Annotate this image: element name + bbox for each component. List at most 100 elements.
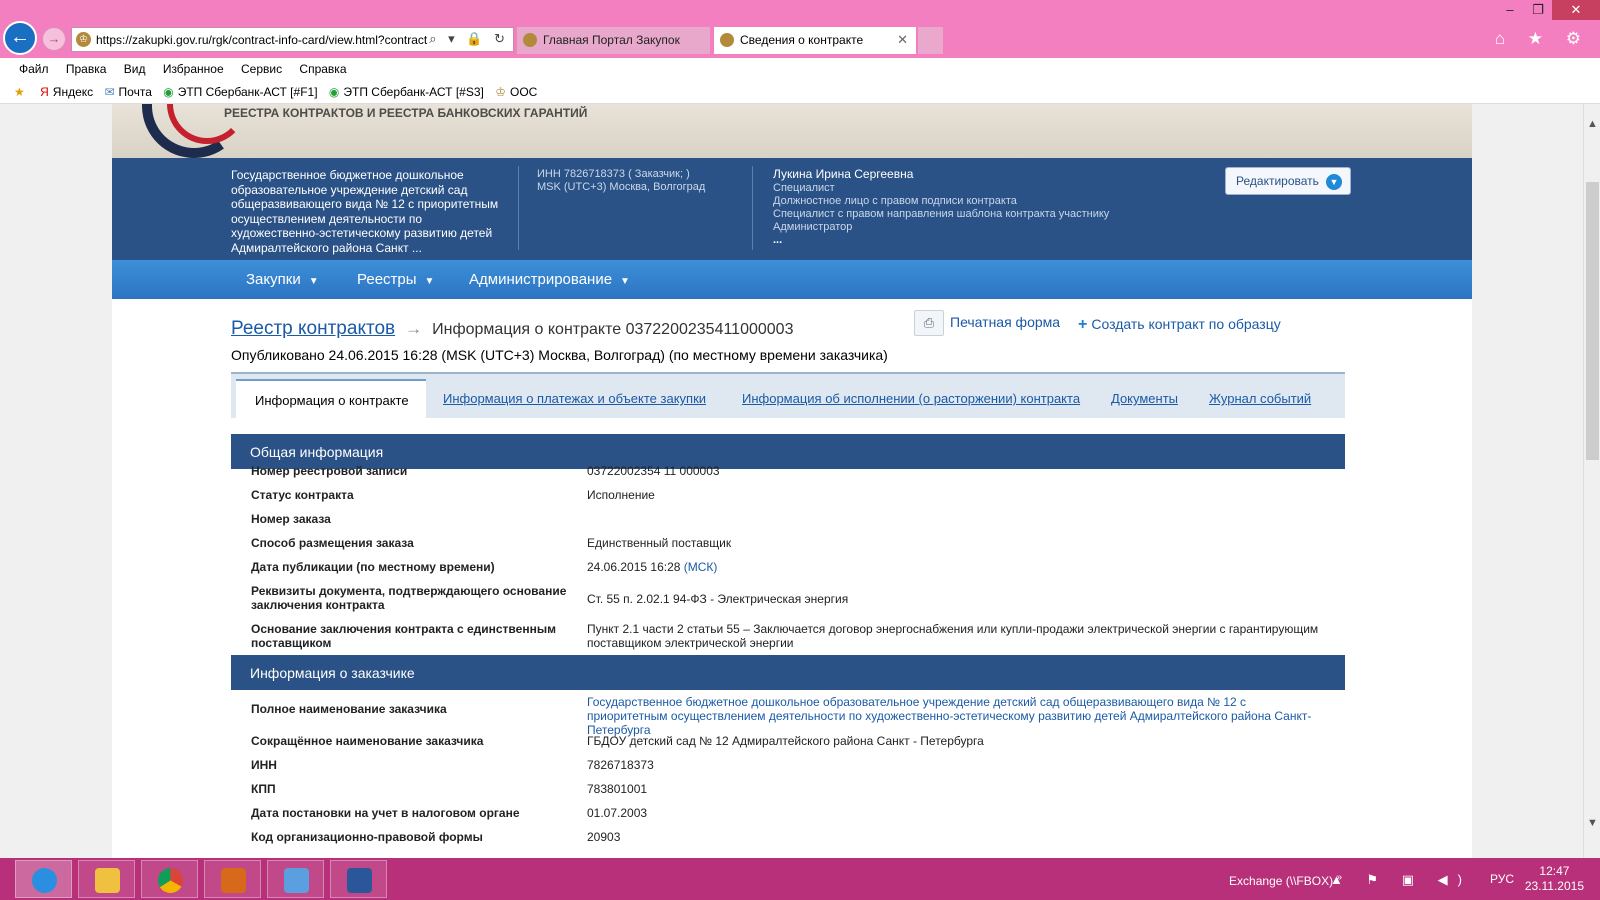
- tab-payments[interactable]: Информация о платежах и объекте закупки: [443, 391, 706, 406]
- taskbar-app[interactable]: [267, 860, 324, 898]
- arrow-right-icon: →: [405, 319, 423, 338]
- nav-purchases[interactable]: Закупки ▼: [246, 271, 319, 288]
- close-window-button[interactable]: ✕: [1552, 0, 1600, 20]
- user-info: Лукина Ирина Сергеевна Специалист Должно…: [773, 168, 1109, 247]
- caret-down-icon: ▼: [308, 276, 319, 287]
- tab-contract-info[interactable]: Информация о контракте: [236, 379, 426, 420]
- menu-bar: Файл Правка Вид Избранное Сервис Справка: [0, 58, 1600, 80]
- nav-administration[interactable]: Администрирование ▼: [469, 271, 630, 288]
- sberbank-icon: ◉: [163, 85, 174, 99]
- language-indicator[interactable]: РУС: [1490, 872, 1514, 886]
- arrow-left-icon: ←: [10, 26, 30, 48]
- page-viewport: РЕЕСТРА КОНТРАКТОВ И РЕЕСТРА БАНКОВСКИХ …: [0, 104, 1583, 858]
- user-role: Должностное лицо с правом подписи контра…: [773, 195, 1017, 207]
- favorites-star-button[interactable]: ★: [14, 80, 29, 104]
- field-value: 20903: [587, 830, 621, 844]
- vertical-scrollbar[interactable]: ▲ ▼: [1583, 104, 1600, 858]
- timezone-link[interactable]: (МСК): [684, 560, 718, 574]
- favorite-oos[interactable]: ♔ ООС: [495, 80, 537, 104]
- scroll-thumb[interactable]: [1586, 182, 1599, 460]
- site-emblem-icon: [720, 33, 734, 47]
- published-info: Опубликовано 24.06.2015 16:28 (MSK (UTC+…: [231, 347, 888, 363]
- field-value: Единственный поставщик: [587, 536, 732, 550]
- field-label: Статус контракта: [251, 488, 354, 502]
- restore-button[interactable]: ❐: [1524, 0, 1552, 20]
- chrome-icon: [158, 868, 183, 893]
- tab-execution[interactable]: Информация об исполнении (о расторжении)…: [742, 391, 1080, 406]
- site-emblem-icon: [523, 33, 537, 47]
- taskbar-app[interactable]: [204, 860, 261, 898]
- chevron-down-icon: ▼: [1326, 174, 1342, 190]
- more-roles[interactable]: ...: [773, 234, 1109, 247]
- nav-registries[interactable]: Реестры ▼: [357, 271, 434, 288]
- menu-file[interactable]: Файл: [19, 58, 49, 80]
- field-label: ИНН: [251, 758, 277, 772]
- tab-contract-info[interactable]: Сведения о контракте ✕: [714, 27, 916, 54]
- favorite-mail[interactable]: ✉ Почта: [104, 80, 151, 104]
- breadcrumb: Реестр контрактов → Информация о контракте…: [231, 318, 793, 340]
- field-value: 24.06.2015 16:28 (МСК): [587, 560, 718, 574]
- address-bar-icons[interactable]: ⌕ ▾ 🔒 ↻: [429, 31, 509, 47]
- favorite-sberbank-f1[interactable]: ◉ ЭТП Сбербанк-АСТ [#F1]: [163, 80, 317, 104]
- scroll-down-icon[interactable]: ▼: [1584, 815, 1600, 832]
- ie-icon: [32, 868, 57, 893]
- field-label: Сокращённое наименование заказчика: [251, 734, 484, 748]
- taskbar-explorer[interactable]: [78, 860, 135, 898]
- breadcrumb-contract-registry[interactable]: Реестр контрактов: [231, 318, 395, 339]
- print-form-button[interactable]: ⎙ Печатная форма: [914, 310, 1060, 336]
- word-icon: [347, 868, 372, 893]
- browser-titlebar: ← → ♔ https://zakupki.gov.ru/rgk/contrac…: [0, 0, 1600, 58]
- favorite-sberbank-s3[interactable]: ◉ ЭТП Сбербанк-АСТ [#S3]: [329, 80, 484, 104]
- menu-edit[interactable]: Правка: [66, 58, 107, 80]
- address-bar[interactable]: ♔ https://zakupki.gov.ru/rgk/contract-in…: [71, 27, 514, 52]
- site-emblem-icon: ♔: [76, 32, 91, 47]
- caret-down-icon: ▼: [424, 276, 435, 287]
- field-value: ГБДОУ детский сад № 12 Адмиралтейского р…: [587, 734, 984, 748]
- new-tab-button[interactable]: [918, 27, 943, 54]
- menu-tools[interactable]: Сервис: [241, 58, 282, 80]
- field-value: 783801001: [587, 782, 648, 796]
- yandex-icon: Я: [40, 85, 49, 99]
- menu-help[interactable]: Справка: [299, 58, 346, 80]
- field-label: Реквизиты документа, подтверждающего осн…: [251, 584, 567, 612]
- back-button[interactable]: ←: [3, 21, 37, 55]
- url-text[interactable]: https://zakupki.gov.ru/rgk/contract-info…: [96, 33, 436, 47]
- field-label: Полное наименование заказчика: [251, 702, 447, 716]
- taskbar-chrome[interactable]: [141, 860, 198, 898]
- tab-main-portal[interactable]: Главная Портал Закупок: [517, 27, 710, 54]
- clock[interactable]: 12:47 23.11.2015: [1525, 864, 1584, 894]
- divider: [752, 166, 753, 250]
- exchange-toolbar[interactable]: Exchange (\\FBOX) »: [1229, 872, 1342, 888]
- minimize-button[interactable]: –: [1496, 0, 1524, 20]
- field-value: Ст. 55 п. 2.02.1 94-ФЗ - Электрическая э…: [587, 592, 849, 606]
- field-value: 03722002354 11 000003: [587, 464, 720, 478]
- close-tab-icon[interactable]: ✕: [897, 32, 908, 48]
- taskbar-word[interactable]: [330, 860, 387, 898]
- forward-button[interactable]: →: [42, 27, 66, 51]
- field-label: КПП: [251, 782, 276, 796]
- field-label: Способ размещения заказа: [251, 536, 414, 550]
- field-label: Основание заключения контракта с единств…: [251, 622, 556, 650]
- divider: [518, 166, 519, 250]
- favorite-yandex[interactable]: Я Яндекс: [40, 80, 93, 104]
- organization-header: Государственное бюджетное дошкольное обр…: [112, 158, 1472, 260]
- home-favorites-settings-icons[interactable]: ⌂ ★ ⚙: [1495, 29, 1590, 49]
- emblem-icon: ♔: [495, 85, 506, 99]
- taskbar-ie[interactable]: [15, 860, 72, 898]
- scroll-up-icon[interactable]: ▲: [1584, 116, 1600, 133]
- tab-title: Сведения о контракте: [740, 33, 864, 47]
- customer-full-name-link[interactable]: Государственное бюджетное дошкольное обр…: [587, 695, 1311, 737]
- menu-favorites[interactable]: Избранное: [163, 58, 224, 80]
- tab-event-log[interactable]: Журнал событий: [1209, 391, 1311, 406]
- create-from-template-button[interactable]: + Создать контракт по образцу: [1078, 316, 1281, 334]
- tray-icons[interactable]: ▲ ⚑ ▣ ◀): [1330, 872, 1472, 888]
- organization-name: Государственное бюджетное дошкольное обр…: [231, 168, 499, 255]
- site-banner: РЕЕСТРА КОНТРАКТОВ И РЕЕСТРА БАНКОВСКИХ …: [112, 104, 1472, 167]
- explorer-icon: [95, 868, 120, 893]
- tab-documents[interactable]: Документы: [1111, 391, 1178, 406]
- organization-inn: ИНН 7826718373 ( Заказчик; ) MSK (UTC+3)…: [537, 168, 706, 193]
- edit-button[interactable]: Редактировать ▼: [1225, 167, 1351, 195]
- menu-view[interactable]: Вид: [124, 58, 146, 80]
- field-label: Дата постановки на учет в налоговом орга…: [251, 806, 520, 820]
- user-role: Специалист с правом направления шаблона …: [773, 208, 1110, 220]
